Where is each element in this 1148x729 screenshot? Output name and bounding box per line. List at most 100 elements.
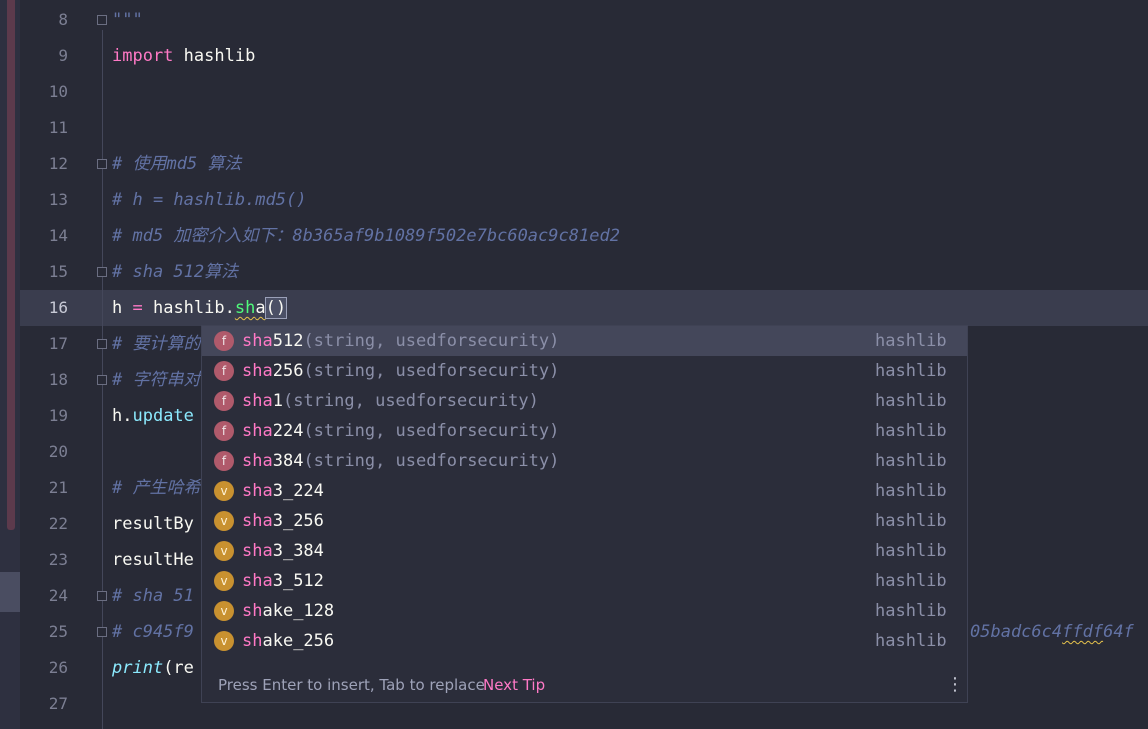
- completion-item-source: hashlib: [875, 421, 947, 441]
- completion-item-source: hashlib: [875, 541, 947, 561]
- completion-item-source: hashlib: [875, 451, 947, 471]
- line-number: 22: [48, 514, 68, 533]
- completion-params: (string, usedforsecurity): [303, 451, 560, 471]
- completion-suffix: 256: [272, 361, 304, 381]
- completion-item[interactable]: f sha512(string, usedforsecurity) hashlib: [202, 326, 967, 356]
- completion-params: (string, usedforsecurity): [282, 391, 539, 411]
- completion-item[interactable]: v shake_128 hashlib: [202, 596, 967, 626]
- completion-item[interactable]: f sha384(string, usedforsecurity) hashlib: [202, 446, 967, 476]
- completion-item[interactable]: v shake_256 hashlib: [202, 626, 967, 656]
- scroll-indicator[interactable]: [7, 0, 15, 530]
- completion-suffix: 3_224: [272, 481, 324, 501]
- completion-item-source: hashlib: [875, 571, 947, 591]
- completion-popup: f sha512(string, usedforsecurity) hashlib f…: [201, 325, 968, 703]
- variable-kind-icon: v: [214, 631, 234, 651]
- line-number: 15: [48, 262, 68, 281]
- line-number: 11: [48, 118, 68, 137]
- variable-kind-icon: v: [214, 571, 234, 591]
- completion-item-name: sha256(string, usedforsecurity): [242, 356, 559, 386]
- matched-prefix: sha: [242, 391, 273, 411]
- fold-icon[interactable]: [97, 591, 107, 601]
- completion-item[interactable]: f sha256(string, usedforsecurity) hashlib: [202, 356, 967, 386]
- line-number: 27: [48, 694, 68, 713]
- function-kind-icon: f: [214, 391, 234, 411]
- function-kind-icon: f: [214, 331, 234, 351]
- code-line[interactable]: resultBy: [112, 506, 194, 542]
- line-number: 10: [48, 82, 68, 101]
- completion-item-source: hashlib: [875, 601, 947, 621]
- function-kind-icon: f: [214, 361, 234, 381]
- completion-item-source: hashlib: [875, 391, 947, 411]
- matched-prefix: sha: [242, 451, 273, 471]
- code-line[interactable]: print(re: [112, 650, 194, 686]
- comment-overflow: 05badc6c4ffdf64f: [970, 614, 1134, 650]
- completion-item-name: shake_128: [242, 596, 334, 626]
- next-tip-link[interactable]: Next Tip: [483, 668, 545, 702]
- typed-prefix: a: [255, 298, 266, 318]
- comment-fragment: 05badc6c4: [970, 622, 1063, 642]
- completion-item-name: sha3_384: [242, 536, 324, 566]
- completion-item[interactable]: v sha3_256 hashlib: [202, 506, 967, 536]
- code-line[interactable]: import hashlib: [112, 38, 255, 74]
- line-number: 17: [48, 334, 68, 353]
- comment-fragment: ffdf: [1062, 622, 1104, 642]
- code-line[interactable]: # sha 51: [112, 578, 194, 614]
- fold-icon[interactable]: [97, 375, 107, 385]
- completion-footer: Press Enter to insert, Tab to replace Ne…: [202, 668, 967, 702]
- line-number: 25: [48, 622, 68, 641]
- completion-item-name: sha384(string, usedforsecurity): [242, 446, 559, 476]
- builtin-function: print: [112, 658, 164, 678]
- code-line[interactable]: """: [112, 2, 143, 38]
- completion-item-source: hashlib: [875, 511, 947, 531]
- code-token: h.: [112, 406, 133, 426]
- fold-icon[interactable]: [97, 339, 107, 349]
- fold-icon[interactable]: [97, 267, 107, 277]
- completion-item[interactable]: v sha3_512 hashlib: [202, 566, 967, 596]
- matched-prefix: sh: [242, 601, 263, 621]
- module-name: hashlib: [173, 46, 256, 66]
- code-line[interactable]: # c945f9: [112, 614, 194, 650]
- code-line-current[interactable]: h = hashlib.sha(): [112, 290, 288, 326]
- completion-item-name: sha3_256: [242, 506, 324, 536]
- code-line[interactable]: h.update: [112, 398, 194, 434]
- code-line[interactable]: # sha 512算法: [112, 254, 238, 290]
- code-line[interactable]: # h = hashlib.md5(): [112, 182, 306, 218]
- completion-params: (string, usedforsecurity): [303, 361, 560, 381]
- completion-item[interactable]: f sha224(string, usedforsecurity) hashlib: [202, 416, 967, 446]
- fold-icon[interactable]: [97, 159, 107, 169]
- completion-item-source: hashlib: [875, 361, 947, 381]
- code-line[interactable]: # 要计算的: [112, 326, 200, 362]
- line-number: 14: [48, 226, 68, 245]
- code-line[interactable]: resultHe: [112, 542, 194, 578]
- fold-icon[interactable]: [97, 627, 107, 637]
- matched-prefix: sha: [242, 541, 273, 561]
- matched-prefix: sha: [242, 481, 273, 501]
- completion-item[interactable]: v sha3_384 hashlib: [202, 536, 967, 566]
- code-line[interactable]: # md5 加密介入如下：8b365af9b1089f502e7bc60ac9c…: [112, 218, 620, 254]
- completion-item-name: shake_256: [242, 626, 334, 656]
- fold-icon[interactable]: [97, 15, 107, 25]
- completion-item[interactable]: v sha3_224 hashlib: [202, 476, 967, 506]
- completion-item-name: sha3_512: [242, 566, 324, 596]
- comment-fragment: 64f: [1103, 622, 1134, 642]
- variable-kind-icon: v: [214, 511, 234, 531]
- completion-item-name: sha224(string, usedforsecurity): [242, 416, 559, 446]
- line-number: 23: [48, 550, 68, 569]
- completion-suffix: 512: [272, 331, 304, 351]
- typed-prefix: sh: [234, 298, 256, 318]
- completion-suffix: 3_512: [272, 571, 324, 591]
- matched-parens: (): [264, 297, 288, 319]
- more-vertical-icon[interactable]: ⋮: [946, 668, 964, 702]
- line-number: 20: [48, 442, 68, 461]
- variable-kind-icon: v: [214, 601, 234, 621]
- code-line[interactable]: # 使用md5 算法: [112, 146, 241, 182]
- code-line[interactable]: # 字符串对: [112, 362, 200, 398]
- code-line[interactable]: # 产生哈希: [112, 470, 200, 506]
- code-token: h: [112, 298, 133, 318]
- completion-item[interactable]: f sha1(string, usedforsecurity) hashlib: [202, 386, 967, 416]
- variable-kind-icon: v: [214, 481, 234, 501]
- matched-prefix: sh: [242, 631, 263, 651]
- completion-suffix: 384: [272, 451, 304, 471]
- code-token: hashlib.: [142, 298, 235, 318]
- line-number: 12: [48, 154, 68, 173]
